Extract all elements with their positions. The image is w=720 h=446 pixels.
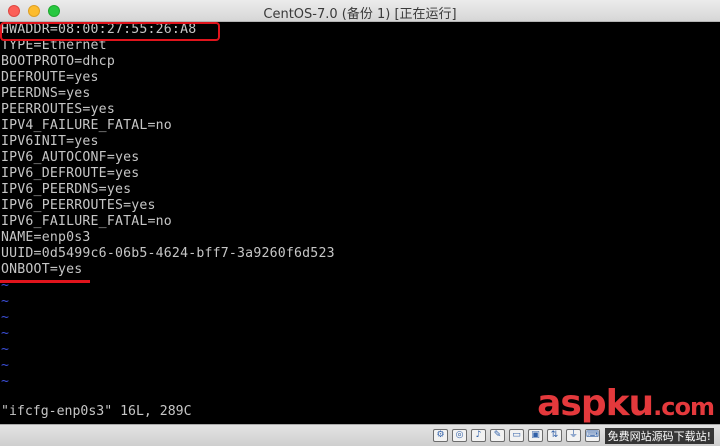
config-line-bootproto: BOOTPROTO=dhcp (1, 54, 115, 69)
folder-icon[interactable]: ▭ (509, 429, 524, 442)
config-line-ipv6-peerroutes: IPV6_PEERROUTES=yes (1, 198, 156, 213)
config-line-ipv6init: IPV6INIT=yes (1, 134, 99, 149)
config-line-peerroutes: PEERROUTES=yes (1, 102, 115, 117)
config-line-ipv6-failure-fatal: IPV6_FAILURE_FATAL=no (1, 214, 172, 229)
window-title: CentOS-7.0 (备份 1) [正在运行] (263, 7, 457, 22)
vi-buffer: HWADDR=08:00:27:55:26:A8 TYPE=Ethernet B… (1, 22, 335, 390)
config-line-uuid: UUID=0d5499c6-06b5-4624-bff7-3a9260f6d52… (1, 246, 335, 261)
empty-line-marker: ~ (1, 342, 10, 357)
config-line-name: NAME=enp0s3 (1, 230, 91, 245)
window-titlebar[interactable]: CentOS-7.0 (备份 1) [正在运行] (0, 0, 720, 22)
config-line-onboot: ONBOOT=yes (1, 262, 83, 277)
audio-icon[interactable]: ♪ (471, 429, 486, 442)
watermark-logo: aspku.com (537, 383, 715, 424)
config-line-ipv6-peerdns: IPV6_PEERDNS=yes (1, 182, 132, 197)
site-watermark: aspku.com 免费网站源码下载站! (537, 383, 715, 444)
terminal-screen[interactable]: HWADDR=08:00:27:55:26:A8 TYPE=Ethernet B… (0, 22, 720, 424)
watermark-subtitle: 免费网站源码下载站! (604, 428, 714, 444)
hwaddr-highlight-box (0, 22, 220, 41)
empty-line-marker: ~ (1, 374, 10, 389)
empty-line-marker: ~ (1, 326, 10, 341)
config-line-ipv6-defroute: IPV6_DEFROUTE=yes (1, 166, 140, 181)
onboot-highlight-underline (0, 280, 90, 283)
settings-icon[interactable]: ⚙ (433, 429, 448, 442)
empty-line-marker: ~ (1, 358, 10, 373)
config-line-ipv4-failure-fatal: IPV4_FAILURE_FATAL=no (1, 118, 172, 133)
config-line-peerdns: PEERDNS=yes (1, 86, 91, 101)
vi-status-line: "ifcfg-enp0s3" 16L, 289C (1, 404, 192, 419)
config-line-defroute: DEFROUTE=yes (1, 70, 99, 85)
empty-line-marker: ~ (1, 310, 10, 325)
cd-icon[interactable]: ◎ (452, 429, 467, 442)
empty-line-marker: ~ (1, 294, 10, 309)
pencil-icon[interactable]: ✎ (490, 429, 505, 442)
config-line-ipv6-autoconf: IPV6_AUTOCONF=yes (1, 150, 140, 165)
